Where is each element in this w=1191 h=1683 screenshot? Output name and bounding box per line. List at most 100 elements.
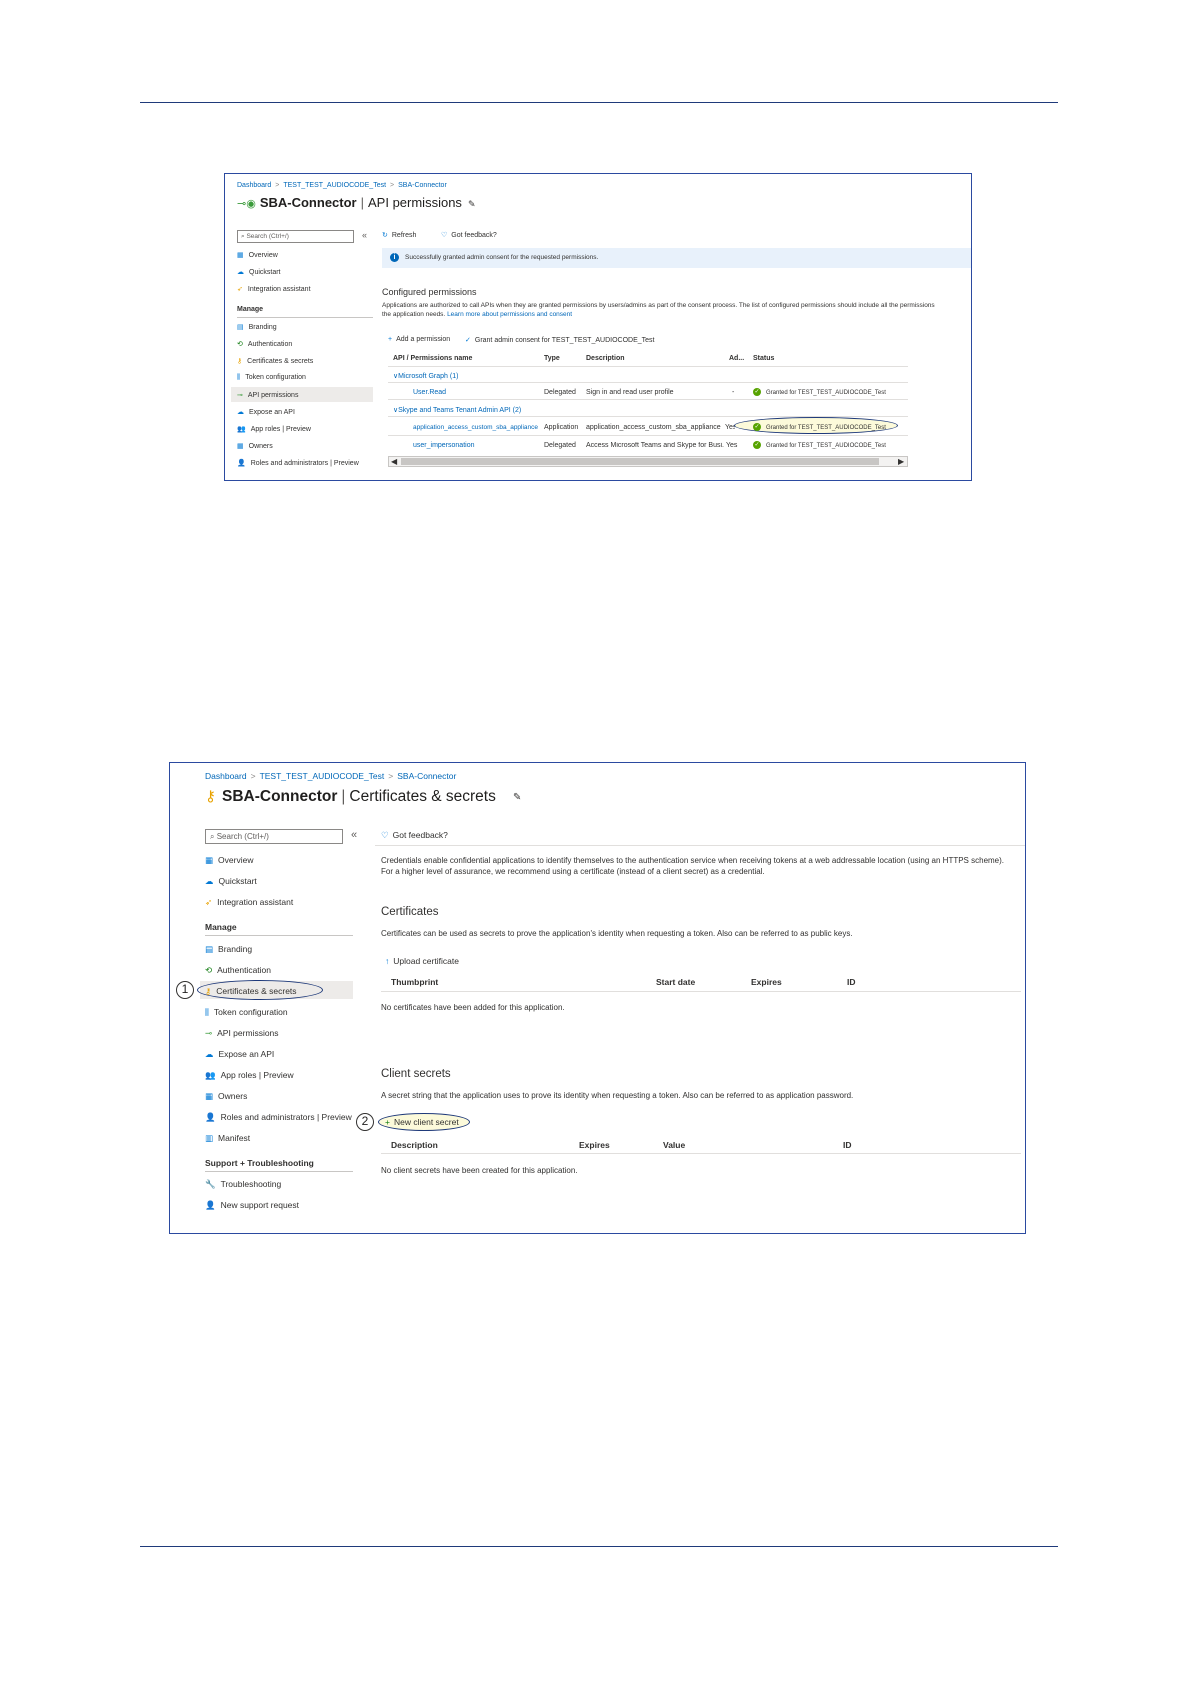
column-header-id[interactable]: ID [847,977,856,987]
nav-owners[interactable]: ▦ Owners [205,1091,247,1102]
scroll-right-icon[interactable]: ▶ [898,457,904,466]
nav-authentication[interactable]: ⟲ Authentication [205,965,271,976]
api-permissions-icon: ⊸ [237,392,243,399]
add-permission-label: Add a permission [396,336,451,343]
nav-branding-label: Branding [218,944,253,954]
nav-api-permissions[interactable]: ⊸ API permissions [205,1028,279,1039]
nav-expose[interactable]: ☁ Expose an API [237,408,295,416]
nav-overview[interactable]: ▦ Overview [205,855,253,866]
nav-troubleshooting[interactable]: 🔧 Troubleshooting [205,1179,281,1190]
column-header-description[interactable]: Description [391,1140,438,1150]
client-secrets-description: A secret string that the application use… [381,1091,854,1100]
breadcrumb-app[interactable]: SBA-Connector [397,771,456,781]
pin-icon[interactable]: ✎ [468,199,476,210]
feedback-button[interactable]: ♡ Got feedback? [441,231,497,239]
column-header-thumbprint[interactable]: Thumbprint [391,977,438,987]
column-header-type[interactable]: Type [544,355,560,362]
permission-admin: Yes [726,442,738,449]
breadcrumb-app[interactable]: SBA-Connector [398,182,447,189]
breadcrumb-tenant[interactable]: TEST_TEST_AUDIOCODE_Test [283,182,386,189]
row-divider [388,399,908,400]
certificates-secrets-screenshot: Dashboard > TEST_TEST_AUDIOCODE_Test > SBA-C… [169,762,1026,1234]
column-header-description[interactable]: Description [586,355,625,362]
breadcrumb-dashboard[interactable]: Dashboard [237,182,271,189]
nav-certificates[interactable]: ⚷ Certificates & secrets [237,357,313,365]
manifest-icon: ▥ [205,1133,214,1143]
permission-description: Sign in and read user profile [586,389,674,396]
group-skype-teams[interactable]: ∨Skype and Teams Tenant Admin API (2) [393,406,521,414]
nav-token[interactable]: ⫼ Token configuration [205,1007,288,1018]
heart-icon: ♡ [441,232,448,239]
nav-manifest[interactable]: ▥ Manifest [205,1133,250,1144]
new-client-secret-button[interactable]: + New client secret [385,1117,459,1127]
upload-certificate-button[interactable]: ↑ Upload certificate [385,956,459,966]
nav-divider [237,317,373,318]
breadcrumb-tenant[interactable]: TEST_TEST_AUDIOCODE_Test [260,771,385,781]
group-microsoft-graph-label: Microsoft Graph (1) [398,373,459,380]
scrollbar-thumb[interactable] [401,458,879,465]
info-icon: i [390,253,399,262]
collapse-menu-button[interactable]: « [362,230,367,240]
group-skype-teams-label: Skype and Teams Tenant Admin API (2) [398,407,522,414]
column-header-start-date[interactable]: Start date [656,977,695,987]
nav-integration-label: Integration assistant [217,897,294,907]
nav-token[interactable]: ⫼ Token configuration [237,374,306,382]
permission-user-read[interactable]: User.Read [413,389,446,396]
permission-user-impersonation[interactable]: user_impersonation [413,442,474,449]
nav-app-roles[interactable]: 👥 App roles | Preview [205,1070,294,1081]
feedback-button[interactable]: ♡ Got feedback? [381,830,448,841]
nav-quickstart-label: Quickstart [249,269,281,276]
nav-api-permissions[interactable]: ⊸ API permissions [237,391,298,399]
branding-icon: ▤ [237,324,244,331]
collapse-menu-button[interactable]: « [351,829,357,841]
pin-icon[interactable]: ✎ [513,792,521,803]
toolbar-divider [375,845,1025,846]
column-header-name[interactable]: API / Permissions name [393,355,472,362]
group-microsoft-graph[interactable]: ∨Microsoft Graph (1) [393,372,458,380]
nav-integration[interactable]: ➶ Integration assistant [205,897,293,908]
search-input[interactable]: ⌕ Search (Ctrl+/) [205,829,343,844]
nav-quickstart[interactable]: ☁ Quickstart [205,876,257,887]
table-header-divider [388,366,908,367]
column-header-expires[interactable]: Expires [579,1140,610,1150]
nav-quickstart[interactable]: ☁ Quickstart [237,268,281,276]
cloud-api-icon: ☁ [205,1049,214,1059]
search-input[interactable]: ⌕ Search (Ctrl+/) [237,230,354,243]
title-page: API permissions [368,195,462,210]
nav-roles-admins[interactable]: 👤 Roles and administrators | Preview [237,459,359,467]
column-header-status[interactable]: Status [753,355,774,362]
certificates-title: Certificates [381,906,439,918]
nav-expose[interactable]: ☁ Expose an API [205,1049,274,1060]
client-secrets-title: Client secrets [381,1068,451,1080]
nav-owners-label: Owners [218,1091,248,1101]
nav-troubleshooting-label: Troubleshooting [220,1179,282,1189]
nav-roles-admins[interactable]: 👤 Roles and administrators | Preview [205,1112,352,1123]
nav-app-roles[interactable]: 👥 App roles | Preview [237,425,311,433]
nav-branding[interactable]: ▤ Branding [205,944,252,955]
nav-branding[interactable]: ▤ Branding [237,323,277,331]
nav-overview[interactable]: ▦ Overview [237,251,278,259]
nav-new-support[interactable]: 👤 New support request [205,1200,299,1211]
nav-authentication-label: Authentication [217,965,271,975]
scroll-left-icon[interactable]: ◀ [391,457,397,466]
grant-consent-button[interactable]: ✓ Grant admin consent for TEST_TEST_AUDIO… [465,336,654,344]
refresh-button[interactable]: ↻ Refresh [382,231,416,239]
nav-integration[interactable]: ➶ Integration assistant [237,285,311,293]
add-permission-button[interactable]: + Add a permission [388,336,450,343]
permission-description: application_access_custom_sba_appliance [586,424,721,431]
column-header-admin[interactable]: Ad... [729,355,744,362]
nav-owners[interactable]: ▦ Owners [237,442,273,450]
permission-app-access[interactable]: application_access_custom_sba_appliance [413,424,538,431]
learn-more-link[interactable]: Learn more about permissions and consent [447,311,572,318]
support-person-icon: 👤 [205,1200,216,1210]
column-header-value[interactable]: Value [663,1140,685,1150]
title-app: SBA-Connector [222,788,338,805]
nav-certificates[interactable]: ⚷ Certificates & secrets [205,986,297,997]
nav-authentication[interactable]: ⟲ Authentication [237,340,292,348]
search-icon: ⌕ [210,832,217,841]
column-header-id[interactable]: ID [843,1140,852,1150]
nav-certificates-label: Certificates & secrets [247,358,314,365]
breadcrumb-dashboard[interactable]: Dashboard [205,771,247,781]
permission-type: Delegated [544,389,576,396]
column-header-expires[interactable]: Expires [751,977,782,987]
